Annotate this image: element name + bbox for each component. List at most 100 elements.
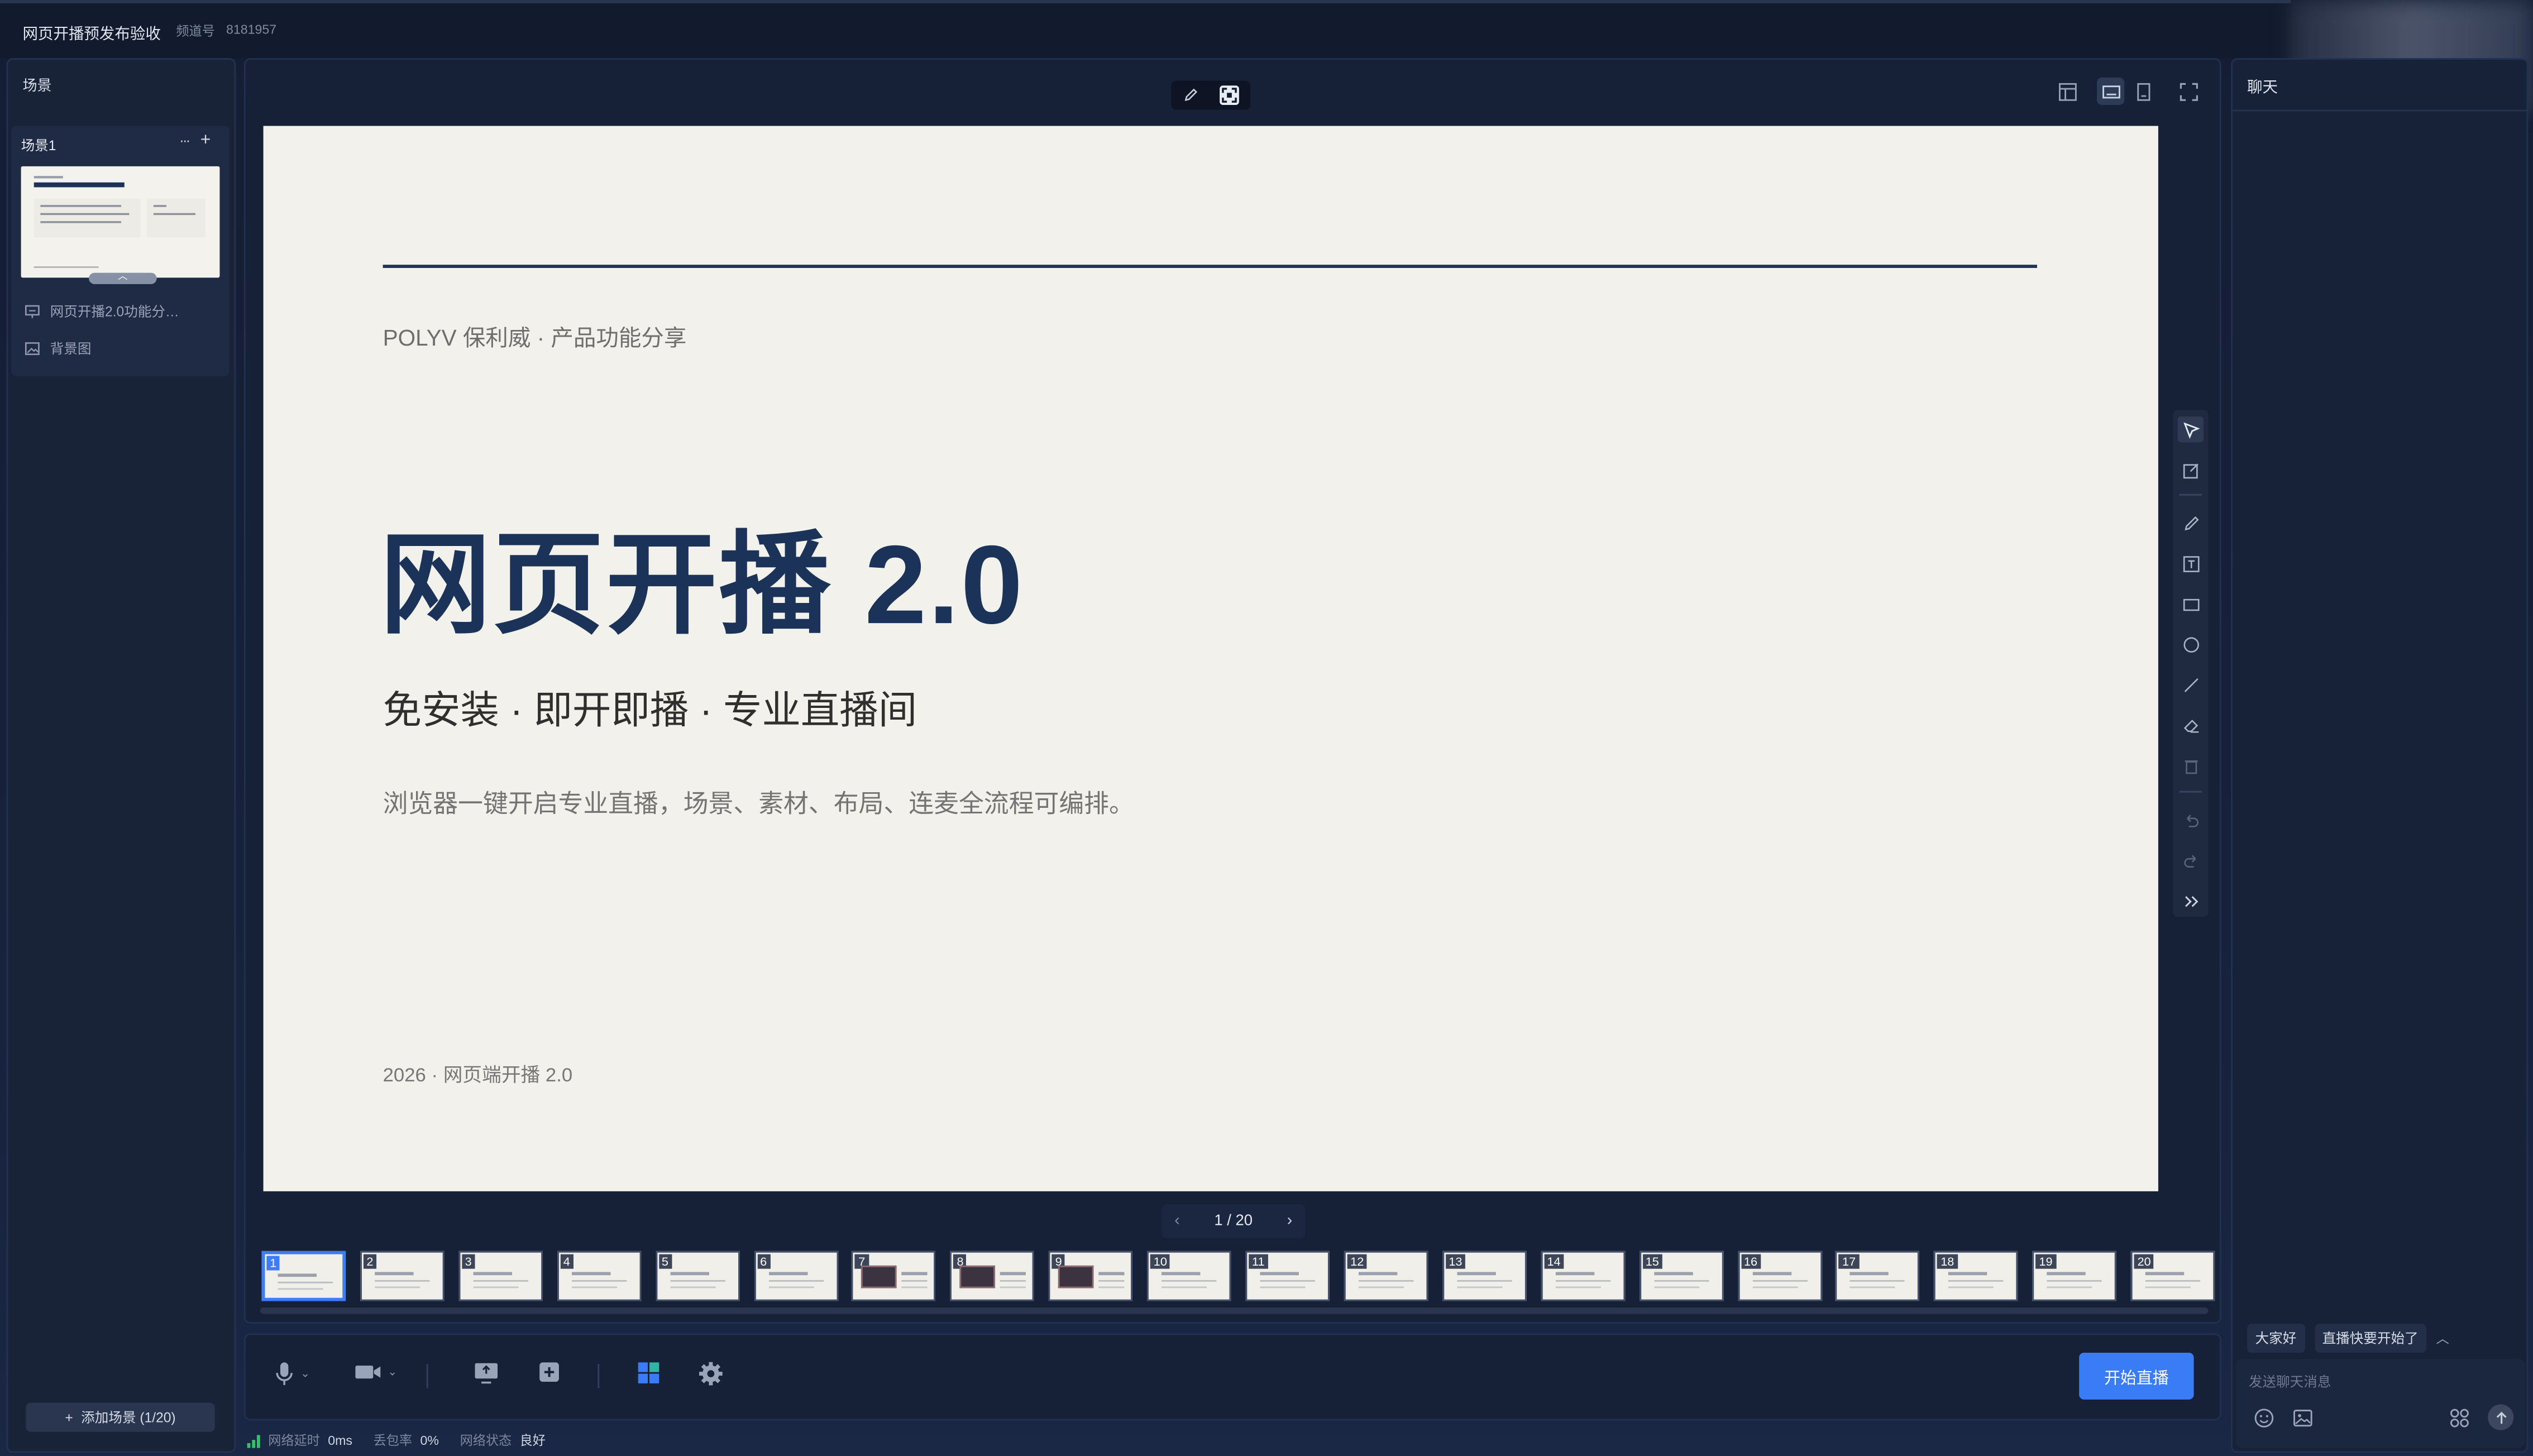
landscape-view-button[interactable] xyxy=(2096,77,2125,105)
presentation-icon xyxy=(24,304,40,320)
screen-share-button[interactable] xyxy=(474,1361,499,1385)
start-live-button[interactable]: 开始直播 xyxy=(2079,1352,2194,1400)
slide-thumbnail-number: 17 xyxy=(1839,1254,1859,1269)
asset-item-background[interactable]: 背景图 xyxy=(24,339,91,358)
fit-screen-icon[interactable] xyxy=(1220,85,1240,105)
redo-icon[interactable] xyxy=(2178,847,2204,873)
image-upload-icon[interactable] xyxy=(2292,1407,2314,1429)
edit-tool-icon[interactable] xyxy=(2178,457,2204,482)
collapse-handle[interactable]: ︿ xyxy=(89,272,157,284)
chevron-up-icon: ︿ xyxy=(118,272,128,282)
circle-tool-icon[interactable] xyxy=(2178,631,2204,657)
asset-label: 网页开播2.0功能分… xyxy=(50,303,179,320)
undo-icon[interactable] xyxy=(2178,807,2204,833)
channel-label: 频道号 xyxy=(176,24,215,39)
scene-more-button[interactable]: ··· xyxy=(179,132,190,149)
annotation-toggle[interactable] xyxy=(1171,80,1251,110)
more-apps-icon[interactable] xyxy=(2449,1407,2470,1429)
quick-replies: 大家好 直播快要开始了 ︿ xyxy=(2247,1323,2449,1353)
slide-thumbnail[interactable]: 2 xyxy=(360,1251,445,1301)
channel-id: 8181957 xyxy=(226,22,277,37)
layout-icon xyxy=(2057,82,2077,101)
quick-reply-chip[interactable]: 大家好 xyxy=(2247,1323,2305,1353)
slide-subtitle: 免安装 · 即开即播 · 专业直播间 xyxy=(383,689,917,733)
slide-thumbnail[interactable]: 9 xyxy=(1049,1251,1133,1301)
next-page-icon[interactable]: › xyxy=(1287,1212,1293,1230)
slide-thumbnail-number: 20 xyxy=(2134,1254,2154,1269)
slide-thumbnail[interactable]: 4 xyxy=(557,1251,641,1301)
chevron-up-icon[interactable]: ︿ xyxy=(2436,1329,2449,1347)
slide-thumbnail[interactable]: 17 xyxy=(1836,1251,1920,1301)
slide-thumbnail[interactable]: 7 xyxy=(852,1251,936,1301)
chat-title: 聊天 xyxy=(2247,79,2278,97)
settings-button[interactable] xyxy=(698,1361,724,1386)
slide-kicker: POLYV 保利威 · 产品功能分享 xyxy=(383,324,687,351)
slide-thumbnail[interactable]: 1 xyxy=(261,1251,346,1301)
slide-thumbnail[interactable]: 19 xyxy=(2032,1251,2117,1301)
slide-thumbnail[interactable]: 12 xyxy=(1344,1251,1428,1301)
slide-thumbnail-number: 10 xyxy=(1150,1254,1170,1269)
layout-button[interactable] xyxy=(2053,78,2081,105)
add-media-button[interactable] xyxy=(538,1361,561,1383)
arrow-up-icon xyxy=(2493,1410,2508,1425)
slide-thumbnail[interactable]: 16 xyxy=(1737,1251,1822,1301)
app-title: 网页开播预发布验收 xyxy=(22,26,161,44)
slide-title: 网页开播 2.0 xyxy=(379,523,1025,648)
prev-page-icon[interactable]: ‹ xyxy=(1174,1212,1180,1230)
quick-reply-chip[interactable]: 直播快要开始了 xyxy=(2314,1323,2427,1353)
select-tool-icon[interactable] xyxy=(2177,416,2204,443)
slide-thumbnail[interactable]: 18 xyxy=(1934,1251,2019,1301)
collapse-toolbar-icon[interactable] xyxy=(2178,888,2204,913)
pen-icon[interactable] xyxy=(1182,87,1198,103)
line-tool-icon[interactable] xyxy=(2178,672,2204,697)
text-tool-icon[interactable] xyxy=(2178,550,2204,576)
send-button[interactable] xyxy=(2488,1404,2514,1430)
landscape-icon xyxy=(2101,82,2120,101)
emoji-icon[interactable] xyxy=(2254,1407,2275,1429)
loss-label: 丢包率 xyxy=(373,1433,413,1448)
eraser-tool-icon[interactable] xyxy=(2178,712,2204,737)
slide-thumbnail-number: 15 xyxy=(1642,1254,1662,1269)
slide-thumbnail[interactable]: 8 xyxy=(950,1251,1035,1301)
slide-thumbnail[interactable]: 14 xyxy=(1540,1251,1625,1301)
slide-thumbnail[interactable]: 3 xyxy=(458,1251,543,1301)
pencil-tool-icon[interactable] xyxy=(2178,510,2204,536)
microphone-button[interactable]: ⌄ xyxy=(273,1361,310,1386)
slide-thumbnail[interactable]: 5 xyxy=(655,1251,739,1301)
slide-thumbnail[interactable]: 20 xyxy=(2131,1251,2215,1301)
slide-thumbnail[interactable]: 10 xyxy=(1147,1251,1231,1301)
scene-name: 场景1 xyxy=(21,137,56,154)
slide-thumbnail-number: 16 xyxy=(1741,1254,1761,1269)
slide-description: 浏览器一键开启专业直播，场景、素材、布局、连麦全流程可编排。 xyxy=(383,791,1134,818)
scene-add-button[interactable]: + xyxy=(200,131,211,150)
gear-icon xyxy=(698,1361,724,1386)
slide-thumbnail[interactable]: 11 xyxy=(1245,1251,1330,1301)
slide-thumbnail-number: 2 xyxy=(363,1254,377,1269)
net-status-value: 良好 xyxy=(519,1433,546,1448)
slide-thumbnail-strip: 1 2 3 4 5 6 7 8 9 10 11 12 13 14 15 16 17 18 19 20 xyxy=(260,1251,2215,1311)
slide-thumbnail[interactable]: 15 xyxy=(1639,1251,1723,1301)
slide-thumbnail[interactable]: 13 xyxy=(1442,1251,1527,1301)
slide-canvas[interactable]: POLYV 保利威 · 产品功能分享 网页开播 2.0 免安装 · 即开即播 ·… xyxy=(263,126,2158,1191)
slide-thumbnail[interactable]: 6 xyxy=(753,1251,838,1301)
add-scene-button[interactable]: + 添加场景 (1/20) xyxy=(26,1402,215,1432)
slide-thumbnail-number: 18 xyxy=(1937,1254,1958,1269)
chat-divider xyxy=(2232,109,2527,112)
latency-label: 网络延时 xyxy=(268,1433,320,1448)
image-icon xyxy=(24,341,40,357)
fullscreen-button[interactable] xyxy=(2174,78,2202,105)
top-bar xyxy=(0,0,2291,59)
chevron-down-icon[interactable]: ⌄ xyxy=(388,1366,397,1378)
loss-value: 0% xyxy=(420,1433,439,1448)
portrait-view-button[interactable] xyxy=(2129,78,2157,105)
whiteboard-toolbar xyxy=(2172,410,2209,917)
trash-tool-icon[interactable] xyxy=(2178,752,2204,778)
screen-share-icon xyxy=(474,1361,499,1385)
asset-item-ppt[interactable]: 网页开播2.0功能分… xyxy=(24,302,179,322)
thumbnail-scrollbar[interactable] xyxy=(260,1307,2209,1314)
scene-thumbnail[interactable] xyxy=(21,166,220,278)
apps-button[interactable] xyxy=(637,1361,661,1385)
chevron-down-icon[interactable]: ⌄ xyxy=(300,1367,310,1380)
rectangle-tool-icon[interactable] xyxy=(2178,591,2204,616)
camera-button[interactable]: ⌄ xyxy=(354,1361,397,1383)
